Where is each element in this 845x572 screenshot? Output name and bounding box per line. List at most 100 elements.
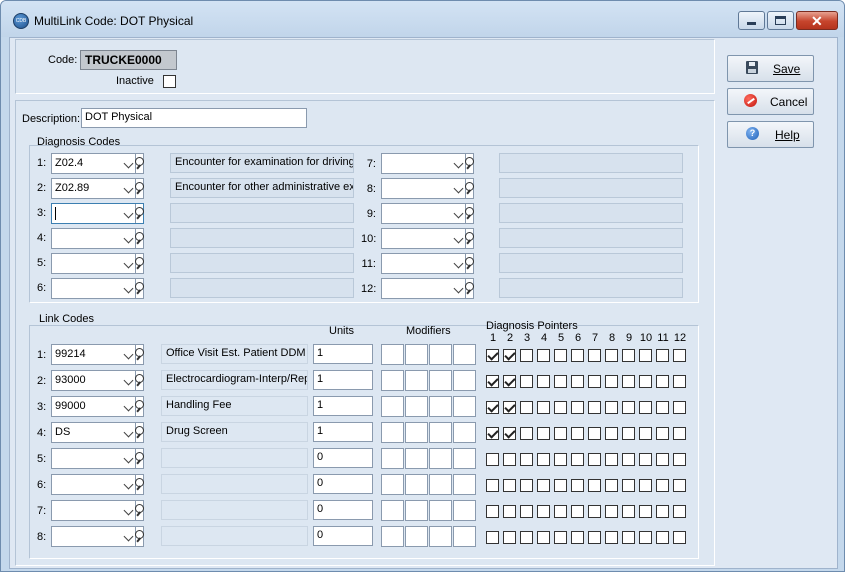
lookup-search-icon[interactable] [135, 527, 144, 546]
diagnosis-pointer-checkbox[interactable] [605, 427, 618, 440]
lookup-search-icon[interactable] [465, 254, 474, 273]
chevron-down-icon[interactable] [454, 233, 464, 245]
modifier-input[interactable] [405, 500, 428, 521]
lookup-search-icon[interactable] [135, 449, 144, 468]
chevron-down-icon[interactable] [124, 283, 134, 295]
modifier-input[interactable] [453, 474, 476, 495]
diagnosis-pointer-checkbox[interactable] [639, 427, 652, 440]
diagnosis-pointer-checkbox[interactable] [520, 349, 533, 362]
diagnosis-pointer-checkbox[interactable] [622, 453, 635, 466]
diagnosis-pointer-checkbox[interactable] [486, 375, 499, 388]
chevron-down-icon[interactable] [124, 375, 134, 387]
lookup-search-icon[interactable] [135, 179, 144, 198]
diagnosis-code-combo[interactable] [381, 153, 474, 174]
diagnosis-code-combo[interactable] [51, 228, 144, 249]
diagnosis-code-combo[interactable] [51, 278, 144, 299]
modifier-input[interactable] [405, 344, 428, 365]
diagnosis-pointer-checkbox[interactable] [622, 479, 635, 492]
chevron-down-icon[interactable] [124, 427, 134, 439]
diagnosis-pointer-checkbox[interactable] [486, 479, 499, 492]
units-input[interactable]: 1 [313, 396, 373, 416]
modifier-input[interactable] [381, 344, 404, 365]
diagnosis-pointer-checkbox[interactable] [588, 479, 601, 492]
modifier-input[interactable] [429, 396, 452, 417]
diagnosis-pointer-checkbox[interactable] [520, 479, 533, 492]
diagnosis-pointer-checkbox[interactable] [571, 453, 584, 466]
diagnosis-pointer-checkbox[interactable] [639, 453, 652, 466]
diagnosis-pointer-checkbox[interactable] [520, 427, 533, 440]
diagnosis-pointer-checkbox[interactable] [673, 375, 686, 388]
modifier-input[interactable] [381, 526, 404, 547]
link-code-combo[interactable]: 93000 [51, 370, 144, 391]
diagnosis-pointer-checkbox[interactable] [673, 505, 686, 518]
diagnosis-pointer-checkbox[interactable] [554, 401, 567, 414]
modifier-input[interactable] [381, 370, 404, 391]
chevron-down-icon[interactable] [124, 505, 134, 517]
units-input[interactable]: 0 [313, 500, 373, 520]
link-code-combo[interactable] [51, 474, 144, 495]
diagnosis-pointer-checkbox[interactable] [486, 453, 499, 466]
modifier-input[interactable] [453, 448, 476, 469]
diagnosis-pointer-checkbox[interactable] [639, 479, 652, 492]
diagnosis-pointer-checkbox[interactable] [588, 505, 601, 518]
diagnosis-pointer-checkbox[interactable] [656, 453, 669, 466]
chevron-down-icon[interactable] [124, 349, 134, 361]
lookup-search-icon[interactable] [465, 204, 474, 223]
diagnosis-pointer-checkbox[interactable] [639, 401, 652, 414]
modifier-input[interactable] [453, 396, 476, 417]
diagnosis-code-combo[interactable] [381, 278, 474, 299]
diagnosis-pointer-checkbox[interactable] [605, 375, 618, 388]
modifier-input[interactable] [453, 500, 476, 521]
maximize-button[interactable] [767, 11, 794, 30]
diagnosis-pointer-checkbox[interactable] [571, 479, 584, 492]
diagnosis-pointer-checkbox[interactable] [520, 401, 533, 414]
chevron-down-icon[interactable] [124, 401, 134, 413]
chevron-down-icon[interactable] [124, 233, 134, 245]
diagnosis-pointer-checkbox[interactable] [503, 505, 516, 518]
diagnosis-code-combo[interactable] [51, 203, 144, 224]
diagnosis-pointer-checkbox[interactable] [656, 479, 669, 492]
units-input[interactable]: 0 [313, 448, 373, 468]
diagnosis-pointer-checkbox[interactable] [571, 401, 584, 414]
lookup-search-icon[interactable] [135, 204, 144, 223]
link-code-combo[interactable]: 99000 [51, 396, 144, 417]
diagnosis-pointer-checkbox[interactable] [605, 505, 618, 518]
modifier-input[interactable] [381, 396, 404, 417]
lookup-search-icon[interactable] [135, 501, 144, 520]
diagnosis-pointer-checkbox[interactable] [571, 375, 584, 388]
units-input[interactable]: 1 [313, 344, 373, 364]
diagnosis-pointer-checkbox[interactable] [503, 401, 516, 414]
title-bar[interactable]: CDB MultiLink Code: DOT Physical ✕ [1, 1, 844, 37]
lookup-search-icon[interactable] [135, 254, 144, 273]
modifier-input[interactable] [381, 500, 404, 521]
close-button[interactable]: ✕ [796, 11, 838, 30]
description-input[interactable]: DOT Physical [81, 108, 307, 128]
diagnosis-pointer-checkbox[interactable] [588, 401, 601, 414]
lookup-search-icon[interactable] [135, 229, 144, 248]
lookup-search-icon[interactable] [465, 154, 474, 173]
diagnosis-code-combo[interactable] [381, 178, 474, 199]
inactive-checkbox[interactable] [163, 75, 176, 88]
lookup-search-icon[interactable] [135, 154, 144, 173]
diagnosis-pointer-checkbox[interactable] [622, 505, 635, 518]
chevron-down-icon[interactable] [124, 258, 134, 270]
diagnosis-pointer-checkbox[interactable] [503, 349, 516, 362]
modifier-input[interactable] [405, 396, 428, 417]
units-input[interactable]: 0 [313, 474, 373, 494]
diagnosis-pointer-checkbox[interactable] [656, 427, 669, 440]
modifier-input[interactable] [429, 526, 452, 547]
lookup-search-icon[interactable] [135, 279, 144, 298]
diagnosis-pointer-checkbox[interactable] [605, 479, 618, 492]
modifier-input[interactable] [429, 344, 452, 365]
diagnosis-pointer-checkbox[interactable] [605, 401, 618, 414]
lookup-search-icon[interactable] [135, 475, 144, 494]
chevron-down-icon[interactable] [124, 453, 134, 465]
diagnosis-pointer-checkbox[interactable] [520, 453, 533, 466]
diagnosis-pointer-checkbox[interactable] [486, 349, 499, 362]
lookup-search-icon[interactable] [465, 229, 474, 248]
diagnosis-pointer-checkbox[interactable] [571, 531, 584, 544]
diagnosis-pointer-checkbox[interactable] [588, 349, 601, 362]
modifier-input[interactable] [405, 448, 428, 469]
diagnosis-pointer-checkbox[interactable] [656, 505, 669, 518]
minimize-button[interactable] [738, 11, 765, 30]
